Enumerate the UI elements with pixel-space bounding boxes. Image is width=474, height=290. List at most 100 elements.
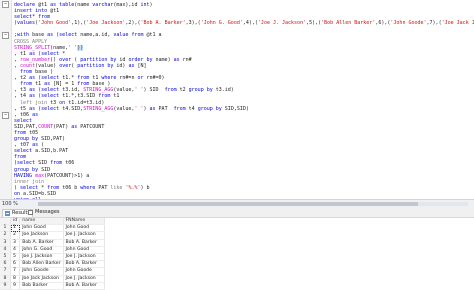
- fnname-cell[interactable]: Bob A. Barker: [63, 260, 105, 269]
- code-token: on: [59, 99, 69, 106]
- name-cell[interactable]: Bob A. Barker: [19, 239, 64, 247]
- code-token: name,a.id,: [80, 32, 114, 39]
- row-number-cell[interactable]: 7: [0, 267, 11, 276]
- name-cell[interactable]: Joe J. Jackson: [19, 253, 64, 262]
- table-row[interactable]: 1 1 John Good John Good: [0, 224, 105, 233]
- code-token: ): [149, 2, 153, 8]
- table-row[interactable]: 8 8 Joe Jack Jackson Joe J. Jackson: [0, 275, 105, 283]
- table-row[interactable]: 3 3 Bob A. Barker Bob A. Barker: [0, 239, 105, 247]
- id-cell[interactable]: 9: [10, 282, 21, 290]
- code-token: as: [29, 75, 39, 82]
- code-token: like: [110, 184, 126, 191]
- code-token: (select: [38, 105, 63, 112]
- code-token: id): [116, 62, 129, 69]
- code-token: (PATCOUNT)>1) a: [44, 172, 90, 179]
- code-token: PAT: [98, 184, 111, 191]
- code-token: COUNT: [38, 123, 54, 130]
- tab-messages[interactable]: Messages: [26, 209, 62, 216]
- table-row[interactable]: 7 7 John Goode John Goode: [0, 267, 105, 276]
- fnname-cell[interactable]: John Good: [63, 224, 105, 233]
- fnname-cell[interactable]: John Goode: [63, 267, 105, 276]
- zoom-level[interactable]: 100 %: [2, 200, 18, 208]
- row-number-cell[interactable]: 9: [0, 282, 11, 290]
- id-cell[interactable]: 3: [10, 239, 21, 247]
- collapse-icon[interactable]: [2, 1, 9, 8]
- code-token: [N]: [137, 62, 147, 69]
- code-token: CROSS APPLY: [14, 38, 48, 45]
- column-header-id[interactable]: id: [10, 218, 21, 226]
- name-cell[interactable]: Joe Jack Jackson: [19, 275, 64, 283]
- fnname-cell[interactable]: Joe J. Jackson: [63, 275, 105, 283]
- id-cell[interactable]: 5: [10, 253, 21, 262]
- name-cell[interactable]: Bob Allen Barker: [19, 260, 64, 269]
- results-tab-strip: Results Messages: [0, 208, 474, 218]
- column-header-fnname[interactable]: FNName: [63, 218, 105, 226]
- query-editor[interactable]: declare @t1 as table(name varchar(max),i…: [0, 0, 474, 199]
- code-token: inner join: [14, 178, 45, 185]
- row-number-cell[interactable]: 5: [0, 253, 11, 262]
- code-token: '%.%': [125, 184, 141, 191]
- row-number-cell[interactable]: 6: [0, 260, 11, 269]
- name-cell[interactable]: John Goode: [19, 267, 64, 276]
- code-token: from: [98, 93, 114, 100]
- row-number-cell[interactable]: 8: [0, 275, 11, 283]
- scrollbar-thumb[interactable]: [38, 202, 418, 206]
- code-token: ,7),(: [426, 20, 442, 27]
- code-token: ,6),(: [375, 20, 391, 27]
- collapse-icon[interactable]: [2, 112, 9, 119]
- code-token: from: [173, 105, 189, 112]
- horizontal-scrollbar[interactable]: [38, 202, 468, 206]
- row-number-cell[interactable]: 1: [0, 224, 11, 233]
- code-token: @t1: [38, 2, 51, 8]
- column-header-name[interactable]: name: [19, 218, 64, 226]
- id-cell[interactable]: 4: [10, 246, 21, 255]
- row-number-cell[interactable]: 3: [0, 239, 11, 247]
- row-number-header[interactable]: [0, 218, 11, 226]
- fnname-cell[interactable]: Joe J. Jackson: [63, 231, 105, 240]
- code-token: (): [50, 56, 60, 63]
- code-token: from: [14, 154, 27, 161]
- collapse-icon[interactable]: [2, 32, 9, 39]
- id-cell[interactable]: 8: [10, 275, 21, 283]
- code-token: )): [77, 44, 84, 51]
- code-token: @t1 a: [146, 32, 162, 39]
- table-row[interactable]: 6 6 Bob Allen Barker Bob A. Barker: [0, 260, 105, 269]
- code-token: (select: [14, 160, 39, 167]
- code-token: t1: [113, 93, 120, 100]
- id-cell[interactable]: 7: [10, 267, 21, 276]
- name-cell[interactable]: John G. Good: [19, 246, 64, 255]
- header-row: id name FNName: [0, 218, 105, 226]
- table-row[interactable]: 9 9 Bob Barker Bob A. Barker: [0, 282, 105, 290]
- code-token: [N] = 1: [53, 81, 78, 88]
- code-token: (select: [38, 87, 63, 94]
- id-cell[interactable]: 1: [10, 224, 21, 233]
- name-cell[interactable]: Joe Jackson: [19, 231, 64, 240]
- id-cell[interactable]: 2: [10, 231, 21, 240]
- code-token: t4: [188, 105, 198, 112]
- id-cell[interactable]: 6: [10, 260, 21, 269]
- code-token: as table: [50, 2, 75, 8]
- table-row[interactable]: 4 4 John G. Good John Good: [0, 246, 105, 255]
- code-token: as: [44, 81, 54, 88]
- code-token: ;with: [14, 32, 33, 39]
- code-area[interactable]: declare @t1 as table(name varchar(max),i…: [14, 2, 474, 199]
- code-token: t06 b: [62, 184, 81, 191]
- fnname-cell[interactable]: John Good: [63, 246, 105, 255]
- code-token: (name: [74, 2, 93, 8]
- name-cell[interactable]: Bob Barker: [19, 282, 64, 290]
- row-number-cell[interactable]: 2: [0, 231, 11, 240]
- code-token: (select: [38, 75, 63, 82]
- fnname-cell[interactable]: Bob A. Barker: [63, 282, 105, 290]
- fnname-cell[interactable]: Bob A. Barker: [63, 239, 105, 247]
- table-row[interactable]: 2 2 Joe Jackson Joe J. Jackson: [0, 231, 105, 240]
- name-cell[interactable]: John Good: [19, 224, 64, 233]
- code-token: 'Bob Allen Barker': [321, 20, 376, 27]
- results-grid[interactable]: id name FNName 1 1 John Good John Good 2 2 Joe…: [0, 218, 474, 290]
- code-token: select: [20, 184, 42, 191]
- code-token: ,5),(: [306, 20, 322, 27]
- table-row[interactable]: 5 5 Joe J. Jackson Joe J. Jackson: [0, 253, 105, 262]
- row-number-cell[interactable]: 4: [0, 246, 11, 255]
- messages-icon: [28, 210, 33, 215]
- fnname-cell[interactable]: Joe J. Jackson: [63, 253, 105, 262]
- code-line[interactable]: (values('John Good',1),('Joe Jackson',2)…: [14, 20, 474, 26]
